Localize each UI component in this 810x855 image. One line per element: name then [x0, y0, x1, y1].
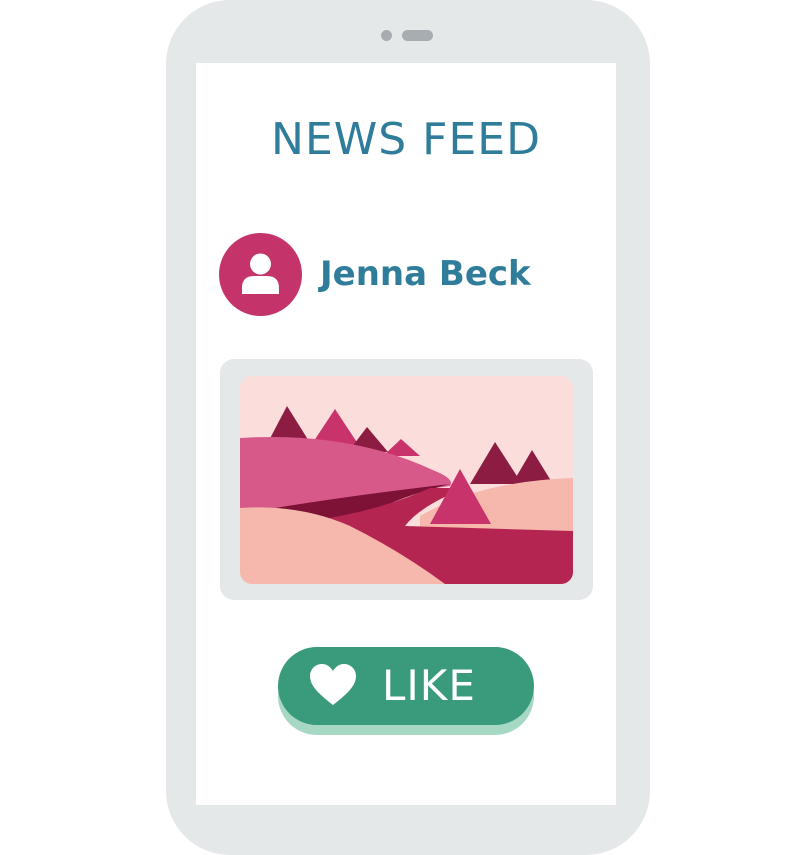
stage: NEWS FEED Jenna Beck LIKE	[0, 0, 810, 855]
avatar[interactable]	[219, 233, 302, 316]
author-name[interactable]: Jenna Beck	[320, 252, 531, 296]
heart-icon	[310, 664, 356, 705]
like-button[interactable]: LIKE	[278, 647, 534, 725]
user-icon	[242, 253, 279, 294]
post-image[interactable]	[240, 376, 573, 584]
speaker-icon	[402, 30, 433, 41]
like-label: LIKE	[382, 661, 476, 710]
landscape-image	[240, 376, 573, 584]
camera-icon	[381, 30, 392, 41]
page-title: NEWS FEED	[271, 114, 541, 165]
